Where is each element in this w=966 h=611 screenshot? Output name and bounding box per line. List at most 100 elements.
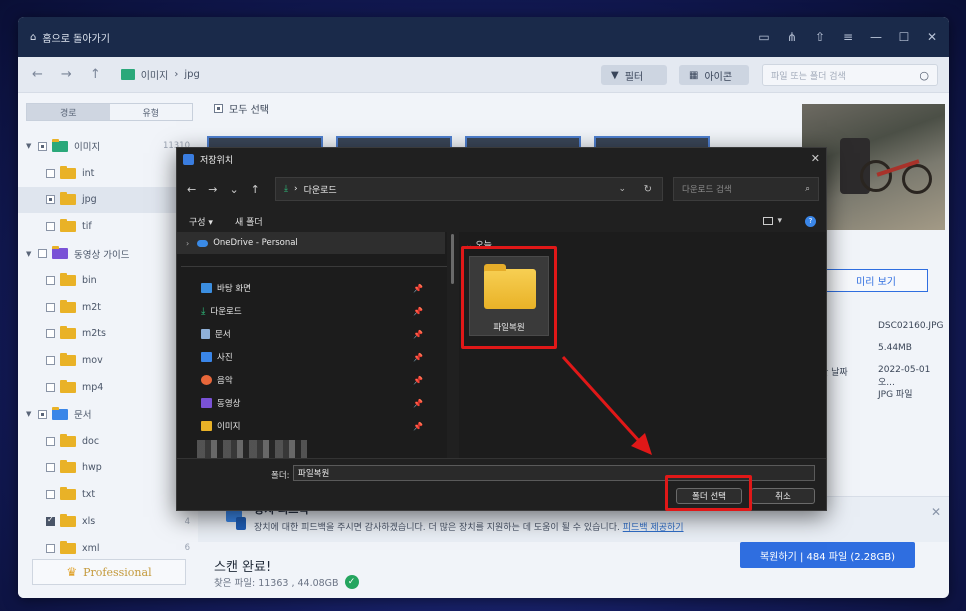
quick-access-item[interactable]: 동영상 📌 [201, 394, 447, 412]
tree-item[interactable]: xml 6 [18, 535, 198, 562]
checkbox-checked[interactable] [46, 515, 55, 527]
tree-item[interactable]: mp4 [18, 374, 198, 401]
view-options-button[interactable]: ▾ [763, 216, 782, 226]
checkbox[interactable] [46, 195, 55, 205]
up-arrow-icon[interactable]: ↑ [90, 67, 101, 82]
tree-item[interactable]: hwp [18, 455, 198, 482]
filter-button[interactable]: ▼ 필터 [601, 65, 667, 85]
tree-item[interactable]: doc [18, 428, 198, 455]
tree-item[interactable]: bin [18, 267, 198, 294]
recover-button[interactable]: 복원하기 | 484 파일 (2.28GB) [740, 542, 915, 568]
cancel-button[interactable]: 취소 [751, 488, 815, 504]
professional-button[interactable]: ♛ Professional [32, 559, 186, 585]
feedback-icon[interactable]: ▭ [757, 30, 771, 44]
dialog-toolbar: 구성 ▾ 새 폴더 ▾ ? [177, 210, 826, 232]
tree-item-selected[interactable]: jpg 11 [18, 186, 198, 214]
dialog-close-icon[interactable]: ✕ [811, 152, 820, 165]
tree-item[interactable]: int [18, 160, 198, 187]
quick-access-item[interactable]: 이미지 📌 [201, 417, 447, 435]
preview-button[interactable]: 미리 보기 [824, 269, 928, 292]
tree-item[interactable]: ▼ 문서 [18, 401, 198, 428]
feedback-description: 장치에 대한 피드백을 주시면 감사하겠습니다. 더 많은 장치를 지원하는 데… [254, 520, 684, 533]
tree-item[interactable]: xls 4 [18, 508, 198, 535]
chevron-down-icon[interactable]: ⌄ [229, 183, 238, 196]
pin-icon[interactable]: 📌 [413, 284, 423, 293]
caret-down-icon[interactable]: ▼ [26, 142, 34, 150]
quick-access-item[interactable]: 사진 📌 [201, 348, 447, 366]
checkbox[interactable] [46, 490, 55, 500]
share-icon[interactable]: ⋔ [785, 30, 799, 44]
close-banner-icon[interactable]: ✕ [931, 505, 941, 519]
tree-item[interactable]: ▼ 동영상 가이드 [18, 240, 198, 267]
pin-icon[interactable]: 📌 [413, 376, 423, 385]
quick-access-item[interactable]: 바탕 화면 📌 [201, 279, 447, 297]
back-arrow-icon[interactable]: ← [187, 183, 196, 196]
checkbox[interactable] [46, 302, 55, 312]
close-icon[interactable]: ✕ [925, 30, 939, 44]
checkbox[interactable] [46, 543, 55, 553]
file-search-input[interactable]: 파일 또는 폴더 검색 ○ [762, 64, 938, 86]
checkbox[interactable] [46, 275, 55, 285]
help-icon[interactable]: ? [805, 215, 816, 227]
tab-path[interactable]: 경로 [27, 104, 110, 120]
select-folder-button[interactable]: 폴더 선택 [676, 488, 742, 504]
menu-icon[interactable]: ≡ [841, 30, 855, 44]
checkbox[interactable] [46, 436, 55, 446]
checkbox[interactable] [38, 249, 47, 259]
tree-item[interactable]: mov [18, 347, 198, 374]
caret-down-icon[interactable]: ▼ [26, 410, 34, 418]
forward-arrow-icon[interactable]: → [61, 67, 72, 82]
checkbox[interactable] [38, 409, 47, 419]
refresh-icon[interactable]: ↻ [644, 184, 652, 195]
pin-icon[interactable]: 📌 [413, 399, 423, 408]
tree-item[interactable]: txt [18, 481, 198, 508]
sidebar: 경로 유형 ▼ 이미지 11310 int jpg 11 [18, 93, 198, 598]
folder-tile[interactable]: 파일복원 [469, 256, 549, 336]
icon-view-button[interactable]: ▦ 아이콘 [679, 65, 749, 85]
breadcrumb-leaf[interactable]: jpg [184, 69, 199, 80]
folder-name-input[interactable]: 파일복원 [293, 465, 815, 481]
dialog-search-input[interactable]: 다운로드 검색 ⌕ [673, 177, 819, 201]
checkbox[interactable] [46, 329, 55, 339]
forward-arrow-icon[interactable]: → [208, 183, 217, 196]
select-all-checkbox[interactable] [214, 104, 223, 113]
caret-down-icon[interactable]: ▼ [26, 250, 34, 258]
upload-icon[interactable]: ⇧ [813, 30, 827, 44]
back-arrow-icon[interactable]: ← [32, 67, 43, 82]
pin-icon[interactable]: 📌 [413, 353, 423, 362]
search-icon[interactable]: ○ [919, 69, 929, 82]
quick-access-item[interactable]: 음악 📌 [201, 371, 447, 389]
home-button[interactable]: ⌂ 홈으로 돌아가기 [30, 30, 110, 45]
tree-item[interactable]: ▼ 이미지 11310 [18, 133, 198, 160]
pin-icon[interactable]: 📌 [413, 330, 423, 339]
chevron-right-icon[interactable]: › [186, 239, 189, 248]
up-arrow-icon[interactable]: ↑ [251, 183, 260, 196]
pin-icon[interactable]: 📌 [413, 307, 423, 316]
tree-item[interactable]: tif [18, 213, 198, 240]
chevron-down-icon[interactable]: ⌄ [618, 184, 626, 194]
pin-icon[interactable]: 📌 [413, 422, 423, 431]
nav-item-onedrive[interactable]: › OneDrive - Personal [177, 232, 445, 254]
search-icon[interactable]: ⌕ [805, 184, 810, 194]
breadcrumb-root[interactable]: 이미지 [141, 67, 169, 82]
tab-type[interactable]: 유형 [110, 104, 193, 120]
checkbox[interactable] [46, 383, 55, 393]
address-bar[interactable]: ⤓ › 다운로드 ⌄ ↻ [275, 177, 663, 201]
checkbox[interactable] [46, 222, 55, 232]
quick-access-item[interactable]: 문서 📌 [201, 325, 447, 343]
group-header[interactable]: ⌄ 오늘 [465, 238, 492, 251]
select-all[interactable]: 모두 선택 [214, 101, 269, 116]
checkbox[interactable] [46, 463, 55, 473]
quick-access-item[interactable]: ⤓ 다운로드 📌 [201, 302, 447, 320]
new-folder-button[interactable]: 새 폴더 [235, 215, 263, 228]
checkbox[interactable] [38, 141, 47, 151]
nav-scrollbar[interactable] [451, 234, 454, 284]
checkbox[interactable] [46, 356, 55, 366]
tree-item[interactable]: m2t [18, 294, 198, 321]
tree-item[interactable]: m2ts [18, 321, 198, 348]
checkbox[interactable] [46, 168, 55, 178]
maximize-icon[interactable]: ☐ [897, 30, 911, 44]
feedback-link[interactable]: 피드백 제공하기 [623, 523, 684, 533]
organize-button[interactable]: 구성 ▾ [189, 215, 213, 228]
minimize-icon[interactable]: — [869, 30, 883, 44]
